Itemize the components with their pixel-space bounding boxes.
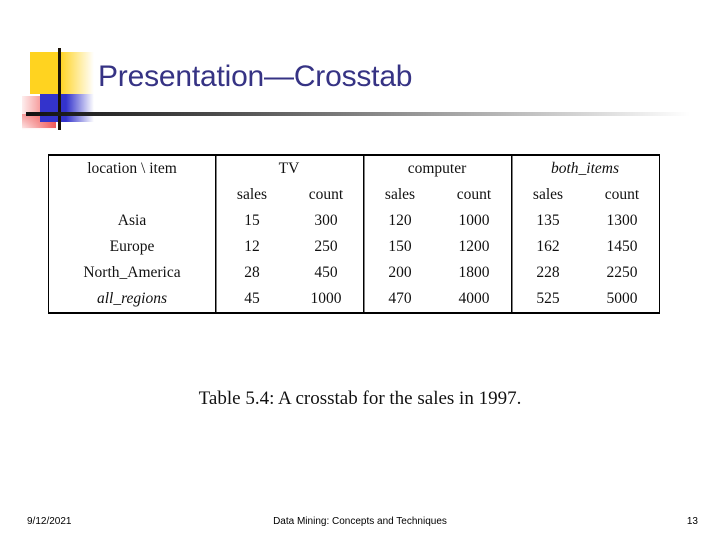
footer-page-number: 13	[686, 516, 698, 527]
page-title: Presentation—Crosstab	[98, 60, 413, 93]
cell-both-count: 1300	[606, 212, 638, 229]
total-computer-sales: 470	[363, 286, 437, 313]
subheader-both-count: count	[604, 186, 640, 203]
subheader-computer-count: count	[456, 186, 492, 203]
total-tv-sales: 45	[215, 286, 289, 313]
total-row-location: all_regions	[96, 290, 168, 307]
cell-computer-count: 1800	[458, 264, 490, 281]
logo-blue-gradient	[66, 94, 94, 122]
title-divider	[26, 112, 690, 116]
cell-both-sales: 228	[511, 260, 585, 286]
crosstab-table: location \ item TV computer both_items s…	[48, 154, 660, 314]
cell-tv-count: 300	[314, 212, 338, 229]
cell-computer-count: 1000	[458, 212, 490, 229]
footer-course-name: Data Mining: Concepts and Techniques	[273, 516, 447, 527]
cell-computer-sales: 120	[363, 208, 437, 234]
cell-computer-sales: 200	[363, 260, 437, 286]
total-both-count: 5000	[606, 290, 638, 307]
row-location: Asia	[117, 212, 147, 229]
figure-caption: Table 5.4: A crosstab for the sales in 1…	[198, 388, 522, 409]
cell-tv-count: 450	[314, 264, 338, 281]
total-both-sales: 525	[511, 286, 585, 313]
cell-tv-count: 250	[314, 238, 338, 255]
logo-yellow-square	[30, 52, 60, 94]
subheader-computer-sales: sales	[363, 182, 437, 208]
group-header-both-items: both_items	[511, 155, 660, 182]
cell-tv-sales: 12	[215, 234, 289, 260]
group-header-tv: TV	[215, 155, 363, 182]
table-total-row: all_regions 45 1000 470 4000 525 5000	[49, 286, 660, 313]
table-measure-header-row: sales count sales count sales count	[49, 182, 660, 208]
slide-header: Presentation—Crosstab	[0, 0, 720, 140]
logo-blue-block	[40, 94, 66, 122]
logo-vertical-rule	[58, 48, 61, 130]
table-row: Asia 15 300 120 1000 135 1300	[49, 208, 660, 234]
subheader-both-sales: sales	[511, 182, 585, 208]
table-row: Europe 12 250 150 1200 162 1450	[49, 234, 660, 260]
corner-header: location \ item	[87, 160, 177, 177]
table-row: North_America 28 450 200 1800 228 2250	[49, 260, 660, 286]
row-location: North_America	[83, 264, 181, 281]
cell-computer-count: 1200	[458, 238, 490, 255]
cell-computer-sales: 150	[363, 234, 437, 260]
subheader-tv-sales: sales	[215, 182, 289, 208]
group-header-computer: computer	[363, 155, 511, 182]
logo-yellow-gradient	[60, 52, 94, 94]
cell-both-count: 2250	[606, 264, 638, 281]
figure-crosstab: location \ item TV computer both_items s…	[0, 150, 720, 440]
cell-both-sales: 162	[511, 234, 585, 260]
cell-tv-sales: 28	[215, 260, 289, 286]
corner-header-blank	[49, 182, 216, 208]
row-location: Europe	[109, 238, 155, 255]
total-computer-count: 4000	[458, 290, 490, 307]
cell-tv-sales: 15	[215, 208, 289, 234]
slide-footer: 9/12/2021 Data Mining: Concepts and Tech…	[0, 512, 720, 536]
total-tv-count: 1000	[310, 290, 342, 307]
decorative-logo	[22, 48, 94, 130]
table-group-header-row: location \ item TV computer both_items	[49, 155, 660, 182]
cell-both-count: 1450	[606, 238, 638, 255]
cell-both-sales: 135	[511, 208, 585, 234]
subheader-tv-count: count	[308, 186, 344, 203]
